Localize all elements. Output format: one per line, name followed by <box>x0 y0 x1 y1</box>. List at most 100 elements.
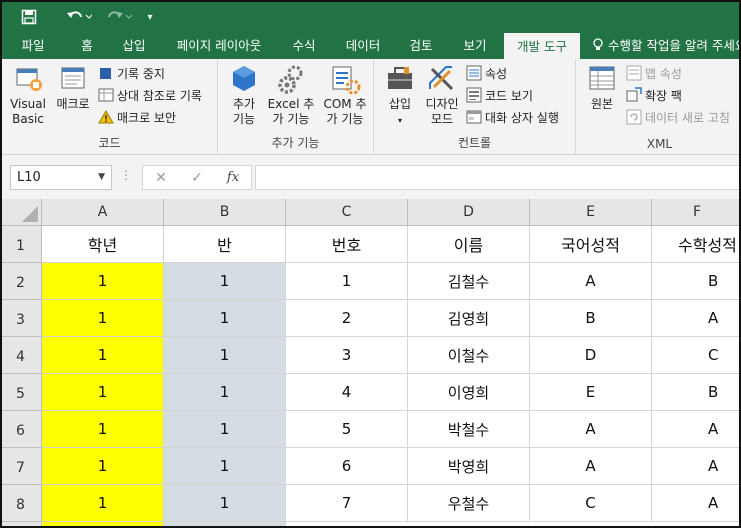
cell-a4[interactable]: 1 <box>42 337 164 374</box>
cell-e2[interactable]: A <box>530 263 652 300</box>
cell-a1[interactable]: 학년 <box>42 226 164 263</box>
cell-e6[interactable]: A <box>530 411 652 448</box>
tab-formulas[interactable]: 수식 <box>282 32 326 59</box>
resize-handle-icon[interactable]: ⋮ <box>120 168 132 182</box>
cancel-icon[interactable]: ✕ <box>143 170 179 186</box>
row-header-3[interactable]: 3 <box>2 300 42 337</box>
cell-c5[interactable]: 4 <box>286 374 408 411</box>
redo-icon[interactable] <box>102 2 136 32</box>
map-properties-button[interactable]: 맵 속성 <box>626 63 682 83</box>
cell-a7[interactable]: 1 <box>42 448 164 485</box>
cell-c8[interactable]: 7 <box>286 485 408 522</box>
cell-b5[interactable]: 1 <box>164 374 286 411</box>
record-macro-button[interactable]: 기록 중지 <box>98 63 165 83</box>
tab-insert[interactable]: 삽입 <box>112 32 156 59</box>
name-box[interactable]: L10 ▼ <box>10 165 112 190</box>
customize-qat-button[interactable]: ▾ <box>140 2 160 32</box>
row-header-6[interactable]: 6 <box>2 411 42 448</box>
undo-icon[interactable] <box>62 2 96 32</box>
cell-d1[interactable]: 이름 <box>408 226 530 263</box>
addins-button[interactable]: 추가 기능 <box>224 63 264 127</box>
cell-d2[interactable]: 김철수 <box>408 263 530 300</box>
cell-e5[interactable]: E <box>530 374 652 411</box>
column-header-e[interactable]: E <box>530 199 652 226</box>
column-header-f[interactable]: F <box>652 199 739 226</box>
cell-f5[interactable]: B <box>652 374 739 411</box>
macro-security-button[interactable]: 매크로 보안 <box>98 107 176 127</box>
insert-function-icon[interactable]: fx <box>215 170 251 185</box>
tab-developer[interactable]: 개발 도구 <box>504 32 580 59</box>
row-header-7[interactable]: 7 <box>2 448 42 485</box>
cell-d6[interactable]: 박철수 <box>408 411 530 448</box>
cell-d8[interactable]: 우철수 <box>408 485 530 522</box>
cell-b2[interactable]: 1 <box>164 263 286 300</box>
cell-f6[interactable]: A <box>652 411 739 448</box>
design-mode-button[interactable]: 디자인 모드 <box>422 63 462 127</box>
cell-d3[interactable]: 김영희 <box>408 300 530 337</box>
formula-input[interactable] <box>255 165 739 190</box>
column-header-b[interactable]: B <box>164 199 286 226</box>
cell-a6[interactable]: 1 <box>42 411 164 448</box>
row-header-4[interactable]: 4 <box>2 337 42 374</box>
cell-c1[interactable]: 번호 <box>286 226 408 263</box>
refresh-data-button[interactable]: 데이터 새로 고침 <box>626 107 730 127</box>
view-code-button[interactable]: 코드 보기 <box>466 85 533 105</box>
cell-e7[interactable]: A <box>530 448 652 485</box>
com-addins-button[interactable]: COM 추가 기능 <box>318 63 372 127</box>
column-header-a[interactable]: A <box>42 199 164 226</box>
cell-f1[interactable]: 수학성적 <box>652 226 739 263</box>
cell-d4[interactable]: 이철수 <box>408 337 530 374</box>
row-header-8[interactable]: 8 <box>2 485 42 522</box>
row-header-1[interactable]: 1 <box>2 226 42 263</box>
cell-d7[interactable]: 박영희 <box>408 448 530 485</box>
cell-b3[interactable]: 1 <box>164 300 286 337</box>
cell-b8[interactable]: 1 <box>164 485 286 522</box>
cell-a2[interactable]: 1 <box>42 263 164 300</box>
visual-basic-button[interactable]: Visual Basic <box>8 63 50 127</box>
tab-review[interactable]: 검토 <box>398 32 444 59</box>
cell-a8[interactable]: 1 <box>42 485 164 522</box>
cell-f3[interactable]: A <box>652 300 739 337</box>
select-all-button[interactable] <box>2 199 42 226</box>
tab-view[interactable]: 보기 <box>452 32 498 59</box>
cell-c6[interactable]: 5 <box>286 411 408 448</box>
cell-b6[interactable]: 1 <box>164 411 286 448</box>
run-dialog-button[interactable]: 대화 상자 실행 <box>466 107 559 127</box>
cell-e8[interactable]: C <box>530 485 652 522</box>
enter-icon[interactable]: ✓ <box>179 170 215 186</box>
row-header-5[interactable]: 5 <box>2 374 42 411</box>
save-icon[interactable] <box>14 2 44 32</box>
tab-data[interactable]: 데이터 <box>336 32 390 59</box>
tab-file[interactable]: 파일 <box>10 32 56 59</box>
cell-f2[interactable]: B <box>652 263 739 300</box>
row-header-2[interactable]: 2 <box>2 263 42 300</box>
insert-control-button[interactable]: 삽입 ▾ <box>380 63 420 128</box>
relative-reference-button[interactable]: 상대 참조로 기록 <box>98 85 202 105</box>
xml-source-button[interactable]: 원본 <box>584 63 620 112</box>
cell-e4[interactable]: D <box>530 337 652 374</box>
cell-c3[interactable]: 2 <box>286 300 408 337</box>
chevron-down-icon[interactable]: ▼ <box>98 166 105 189</box>
cell-d5[interactable]: 이영희 <box>408 374 530 411</box>
cell-e3[interactable]: B <box>530 300 652 337</box>
properties-button[interactable]: 속성 <box>466 63 507 83</box>
cell-e1[interactable]: 국어성적 <box>530 226 652 263</box>
cell-a3[interactable]: 1 <box>42 300 164 337</box>
cell-f4[interactable]: C <box>652 337 739 374</box>
tab-home[interactable]: 홈 <box>68 32 106 59</box>
excel-addins-button[interactable]: Excel 추가 기능 <box>264 63 318 127</box>
column-header-c[interactable]: C <box>286 199 408 226</box>
cell-b7[interactable]: 1 <box>164 448 286 485</box>
tell-me-search[interactable]: 수행할 작업을 알려 주세요 <box>592 32 739 59</box>
cell-b1[interactable]: 반 <box>164 226 286 263</box>
cell-c2[interactable]: 1 <box>286 263 408 300</box>
cell-a5[interactable]: 1 <box>42 374 164 411</box>
column-header-d[interactable]: D <box>408 199 530 226</box>
cell-f7[interactable]: A <box>652 448 739 485</box>
macros-button[interactable]: 매크로 <box>52 63 94 112</box>
cell-c7[interactable]: 6 <box>286 448 408 485</box>
cell-b4[interactable]: 1 <box>164 337 286 374</box>
cell-c4[interactable]: 3 <box>286 337 408 374</box>
tab-page-layout[interactable]: 페이지 레이아웃 <box>164 32 274 59</box>
expansion-packs-button[interactable]: 확장 팩 <box>626 85 682 105</box>
